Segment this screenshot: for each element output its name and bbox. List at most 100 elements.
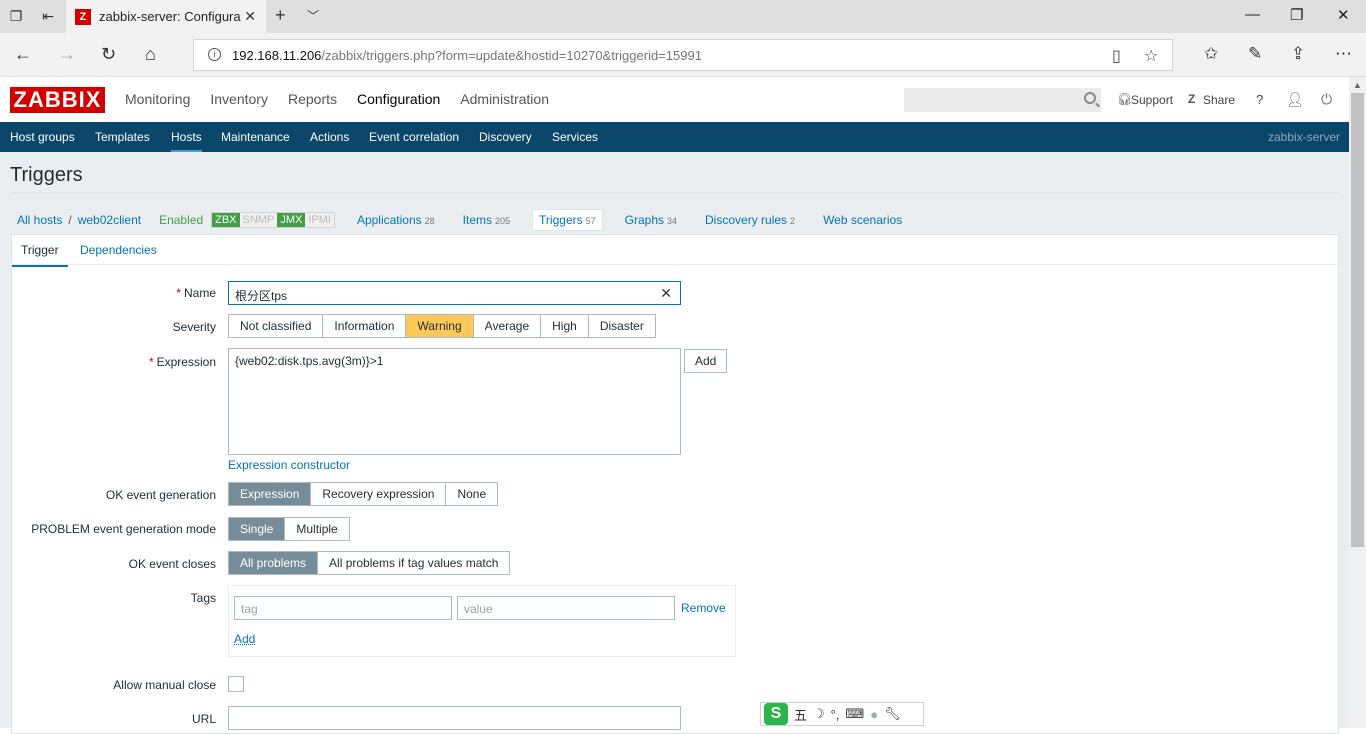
close-window-icon[interactable]: ✕ [1337, 6, 1350, 24]
page-scrollbar[interactable]: ▲ [1349, 77, 1366, 728]
scroll-up-icon[interactable]: ▲ [1353, 80, 1362, 90]
minimize-icon[interactable]: — [1245, 6, 1260, 23]
favorite-star-icon[interactable]: ☆ [1144, 46, 1158, 66]
tools-wrench-icon[interactable]: 🔧︎ [884, 706, 901, 722]
support-link[interactable]: Support [1131, 93, 1173, 107]
zabbix-logo[interactable]: ZABBIX [10, 87, 105, 113]
ime-mode[interactable]: 五 [794, 705, 807, 724]
availability-badges: ZBX SNMP JMX IPMI [211, 212, 335, 228]
severity-not-classified[interactable]: Not classified [229, 315, 324, 337]
more-icon[interactable]: ⋯ [1335, 45, 1352, 63]
pen-icon[interactable]: ✎ [1248, 45, 1262, 63]
user-profile-icon[interactable]: 👤︎ [1286, 91, 1304, 108]
tab-applications[interactable]: Applications 28 [351, 210, 441, 230]
help-icon[interactable]: ? [1256, 92, 1263, 107]
problem-mode-single[interactable]: Single [229, 518, 286, 540]
add-expression-button[interactable]: Add [684, 349, 728, 373]
subnav-event-correlation[interactable]: Event correlation [369, 130, 459, 144]
share-link[interactable]: Share [1203, 93, 1235, 107]
expression-constructor-link[interactable]: Expression constructor [228, 458, 350, 472]
search-icon[interactable] [1084, 92, 1096, 104]
allow-manual-close-label: Allow manual close [113, 678, 216, 692]
ok-gen-expression[interactable]: Expression [229, 483, 312, 505]
favorites-icon[interactable]: ✩ [1204, 45, 1218, 63]
severity-disaster[interactable]: Disaster [588, 315, 655, 337]
scroll-thumb[interactable] [1351, 93, 1364, 547]
ok-gen-recovery-expression[interactable]: Recovery expression [311, 483, 447, 505]
breadcrumb-separator: / [68, 213, 72, 227]
half-width-moon-icon[interactable]: ☽ [813, 706, 825, 722]
menu-configuration[interactable]: Configuration [357, 91, 440, 107]
skin-icon[interactable]: ● [870, 707, 878, 722]
breadcrumb-host[interactable]: web02client [78, 213, 141, 227]
tab-dependencies[interactable]: Dependencies [80, 243, 157, 257]
tab-list-chevron-icon[interactable]: ﹀ [307, 7, 319, 24]
close-tab-icon[interactable]: ✕ [244, 8, 256, 25]
expression-textarea[interactable]: {web02:disk.tps.avg(3m)}>1 [228, 348, 681, 455]
punctuation-icon[interactable]: °, [831, 707, 840, 722]
site-info-icon[interactable]: i [208, 48, 221, 61]
home-icon[interactable]: ⌂ [145, 45, 156, 63]
tab-discovery-rules[interactable]: Discovery rules 2 [699, 210, 801, 230]
expression-label: * Expression [148, 355, 216, 369]
subnav-discovery[interactable]: Discovery [479, 130, 532, 144]
menu-administration[interactable]: Administration [460, 91, 549, 107]
back-icon[interactable]: ← [14, 45, 32, 63]
severity-warning[interactable]: Warning [406, 315, 474, 337]
ok-event-generation-selector: Expression Recovery expression None [228, 482, 499, 506]
reading-view-icon[interactable]: ▯ [1112, 46, 1121, 66]
tab-triggers[interactable]: Triggers 57 [532, 209, 603, 231]
subnav-actions[interactable]: Actions [310, 130, 349, 144]
problem-mode-selector: Single Multiple [228, 517, 350, 541]
severity-high[interactable]: High [541, 315, 589, 337]
tab-items[interactable]: Items 205 [457, 210, 516, 230]
sign-out-icon[interactable]: ⏻ [1321, 91, 1332, 108]
subnav-templates[interactable]: Templates [95, 130, 150, 144]
share-icon[interactable]: ⇪ [1291, 45, 1305, 63]
url-input[interactable] [228, 706, 681, 730]
share-z-icon: Z [1188, 92, 1196, 106]
global-search-input[interactable] [904, 88, 1101, 112]
forward-icon[interactable]: → [58, 45, 76, 63]
host-status[interactable]: Enabled [159, 213, 203, 227]
problem-mode-multiple[interactable]: Multiple [285, 518, 349, 540]
severity-average[interactable]: Average [473, 315, 542, 337]
set-aside-tabs-icon[interactable]: ⇤ [40, 8, 56, 24]
ok-gen-none[interactable]: None [446, 483, 498, 505]
subnav-hosts[interactable]: Hosts [171, 130, 202, 153]
tab-trigger[interactable]: Trigger [12, 243, 68, 267]
sogou-logo-icon[interactable]: S [764, 703, 788, 725]
browser-tab-bar: ❐ ⇤ Z zabbix-server: Configuration of tr… [0, 0, 1366, 33]
menu-monitoring[interactable]: Monitoring [125, 91, 190, 107]
browser-tab[interactable]: Z zabbix-server: Configuration of trigge… [66, 0, 266, 33]
tab-actions-icon[interactable]: ❐ [8, 8, 24, 24]
closes-all-problems[interactable]: All problems [229, 552, 319, 574]
tag-input[interactable]: tag [234, 596, 452, 620]
breadcrumb-all-hosts[interactable]: All hosts [17, 213, 62, 227]
restore-icon[interactable]: ❐ [1290, 6, 1303, 24]
remove-tag-link[interactable]: Remove [681, 601, 726, 615]
subnav-services[interactable]: Services [552, 130, 598, 144]
tab-web-scenarios[interactable]: Web scenarios [817, 210, 911, 230]
tags-label: Tags [190, 591, 216, 605]
allow-manual-close-checkbox[interactable] [228, 676, 244, 692]
subnav-host-groups[interactable]: Host groups [10, 130, 75, 144]
name-input[interactable]: 根分区tps ✕ [228, 281, 681, 305]
zabbix-header: ZABBIX Monitoring Inventory Reports Conf… [0, 77, 1349, 122]
tab-graphs[interactable]: Graphs 34 [619, 210, 683, 230]
menu-inventory[interactable]: Inventory [210, 91, 268, 107]
ime-toolbar: S 五 ☽ °, ⌨ ● 🔧︎ [760, 702, 924, 726]
tag-value-input[interactable]: value [457, 596, 675, 620]
address-bar[interactable]: i 192.168.11.206/zabbix/triggers.php?for… [193, 39, 1173, 71]
add-tag-link[interactable]: Add [234, 632, 255, 646]
new-tab-icon[interactable]: + [275, 5, 286, 26]
menu-reports[interactable]: Reports [288, 91, 337, 107]
host-breadcrumb: All hosts / web02client Enabled ZBX SNMP… [17, 209, 919, 231]
keyboard-icon[interactable]: ⌨ [845, 706, 864, 722]
url-text: 192.168.11.206/zabbix/triggers.php?form=… [232, 48, 702, 63]
subnav-maintenance[interactable]: Maintenance [221, 130, 290, 144]
severity-information[interactable]: Information [323, 315, 407, 337]
closes-tag-values-match[interactable]: All problems if tag values match [318, 552, 510, 574]
clear-input-icon[interactable]: ✕ [660, 285, 672, 302]
refresh-icon[interactable]: ↻ [101, 45, 116, 63]
